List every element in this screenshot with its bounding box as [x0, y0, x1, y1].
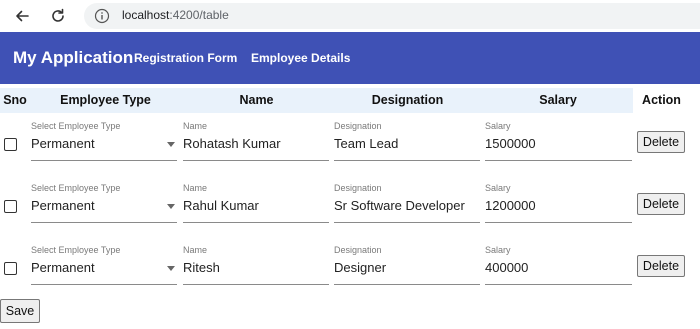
- table-header: Sno Employee Type Name Designation Salar…: [0, 88, 700, 113]
- reload-button[interactable]: [47, 5, 69, 27]
- employee-type-select[interactable]: Select Employee Type Permanent: [31, 238, 177, 285]
- designation-value: Designer: [334, 260, 387, 275]
- name-value: Rohatash Kumar: [183, 136, 281, 151]
- browser-toolbar: localhost:4200/table: [0, 0, 700, 32]
- field-label: Select Employee Type: [31, 245, 121, 255]
- designation-value: Team Lead: [334, 136, 399, 151]
- salary-value: 1500000: [485, 136, 536, 151]
- save-button[interactable]: Save: [0, 299, 40, 323]
- field-label: Designation: [334, 245, 382, 255]
- delete-button[interactable]: Delete: [637, 131, 685, 153]
- employee-type-select[interactable]: Select Employee Type Permanent: [31, 114, 177, 161]
- address-bar[interactable]: localhost:4200/table: [84, 3, 700, 29]
- salary-value: 1200000: [485, 198, 536, 213]
- row-checkbox[interactable]: [4, 200, 17, 213]
- info-icon[interactable]: [94, 8, 110, 24]
- employee-type-select[interactable]: Select Employee Type Permanent: [31, 176, 177, 223]
- name-field[interactable]: Name Ritesh: [183, 238, 329, 285]
- app-toolbar: My Application Registration Form Employe…: [0, 32, 700, 84]
- name-value: Rahul Kumar: [183, 198, 259, 213]
- column-header-sno: Sno: [0, 88, 30, 113]
- dropdown-arrow-icon: [167, 266, 175, 271]
- field-label: Select Employee Type: [31, 183, 121, 193]
- name-field[interactable]: Name Rahul Kumar: [183, 176, 329, 223]
- dropdown-arrow-icon: [167, 204, 175, 209]
- row-checkbox[interactable]: [4, 138, 17, 151]
- table-row: Select Employee Type Permanent Name Roha…: [0, 114, 700, 176]
- delete-button[interactable]: Delete: [637, 193, 685, 215]
- column-header-action: Action: [642, 93, 681, 107]
- field-label: Designation: [334, 183, 382, 193]
- employee-type-value: Permanent: [31, 260, 95, 275]
- url-text: localhost:4200/table: [122, 8, 229, 22]
- designation-field[interactable]: Designation Team Lead: [334, 114, 480, 161]
- column-header-designation: Designation: [332, 88, 483, 113]
- name-field[interactable]: Name Rohatash Kumar: [183, 114, 329, 161]
- url-host: localhost: [122, 8, 170, 22]
- field-label: Salary: [485, 183, 511, 193]
- row-checkbox[interactable]: [4, 262, 17, 275]
- designation-field[interactable]: Designation Sr Software Developer: [334, 176, 480, 223]
- app-title: My Application: [13, 48, 134, 67]
- field-label: Name: [183, 121, 208, 131]
- salary-field[interactable]: Salary 1200000: [485, 176, 632, 223]
- designation-field[interactable]: Designation Designer: [334, 238, 480, 285]
- column-header-employee-type: Employee Type: [30, 88, 181, 113]
- employee-type-value: Permanent: [31, 136, 95, 151]
- employee-type-value: Permanent: [31, 198, 95, 213]
- reload-icon: [52, 8, 64, 22]
- salary-value: 400000: [485, 260, 529, 275]
- field-label: Designation: [334, 121, 382, 131]
- field-label: Salary: [485, 121, 511, 131]
- field-label: Name: [183, 183, 208, 193]
- back-button[interactable]: [11, 5, 33, 27]
- nav-link-registration-form[interactable]: Registration Form: [134, 51, 237, 65]
- salary-field[interactable]: Salary 400000: [485, 238, 632, 285]
- delete-button[interactable]: Delete: [637, 255, 685, 277]
- name-value: Ritesh: [183, 260, 220, 275]
- designation-value: Sr Software Developer: [334, 198, 465, 213]
- table-row: Select Employee Type Permanent Name Rite…: [0, 238, 700, 300]
- field-label: Select Employee Type: [31, 121, 121, 131]
- nav-link-employee-details[interactable]: Employee Details: [251, 51, 350, 65]
- column-header-salary: Salary: [483, 88, 633, 113]
- dropdown-arrow-icon: [167, 142, 175, 147]
- field-label: Salary: [485, 245, 511, 255]
- url-path: :4200/table: [169, 8, 229, 22]
- salary-field[interactable]: Salary 1500000: [485, 114, 632, 161]
- column-header-name: Name: [181, 88, 332, 113]
- field-label: Name: [183, 245, 208, 255]
- back-arrow-icon: [16, 10, 29, 22]
- table-row: Select Employee Type Permanent Name Rahu…: [0, 176, 700, 238]
